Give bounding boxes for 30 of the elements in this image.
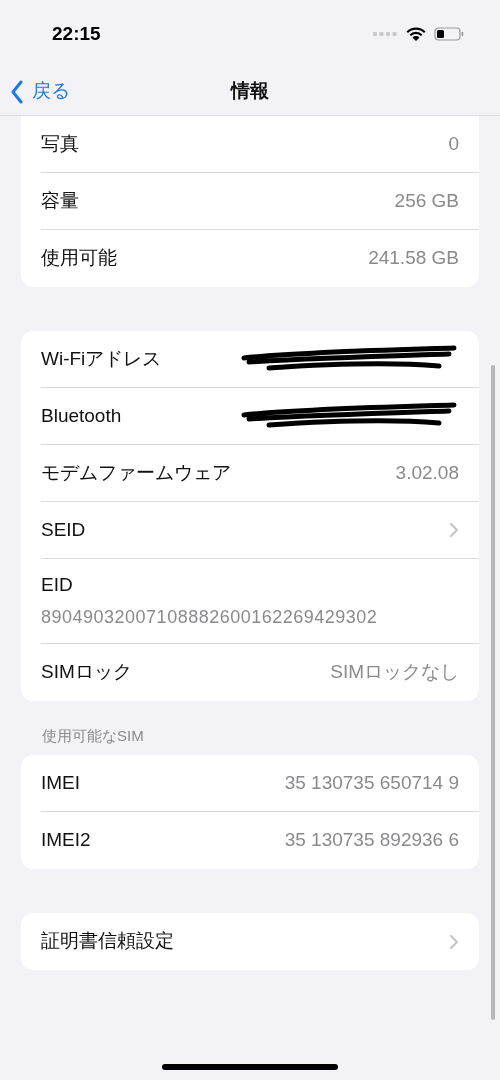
row-value: 0 — [448, 131, 459, 156]
back-chevron-icon — [10, 79, 24, 104]
signal-icon — [372, 31, 398, 37]
row-label: EID — [41, 573, 74, 597]
row-label: モデムファームウェア — [41, 460, 231, 485]
row-value: 89049032007108882600162269429302 — [41, 605, 379, 629]
row-value: 35 130735 892936 6 — [284, 828, 459, 853]
row-label: SIMロック — [41, 659, 132, 684]
nav-title: 情報 — [231, 79, 269, 104]
row-label: IMEI2 — [41, 828, 91, 853]
battery-icon — [434, 27, 464, 41]
row-value: SIMロックなし — [330, 659, 459, 684]
row-value: 3.02.08 — [395, 460, 459, 485]
row-label: 証明書信頼設定 — [41, 929, 174, 954]
row-label: IMEI — [41, 770, 81, 795]
chevron-icon — [449, 522, 459, 538]
row-label: SEID — [41, 517, 86, 542]
row-label: Wi-Fiアドレス — [41, 346, 162, 371]
row-value: 256 GB — [394, 188, 459, 213]
row-label: 写真 — [41, 131, 79, 156]
row-value: 35 130735 650714 9 — [284, 770, 459, 795]
section-header: 使用可能なSIM — [41, 725, 145, 746]
chevron-icon — [449, 933, 459, 950]
row-label: Bluetooth — [41, 403, 122, 428]
back-button[interactable]: 戻る — [10, 77, 70, 106]
row-value: 241.58 GB — [368, 246, 459, 271]
row-label: 容量 — [41, 188, 79, 213]
wifi-icon — [406, 26, 426, 42]
status-time: 22:15 — [52, 21, 101, 46]
row-label: 使用可能 — [41, 246, 117, 271]
